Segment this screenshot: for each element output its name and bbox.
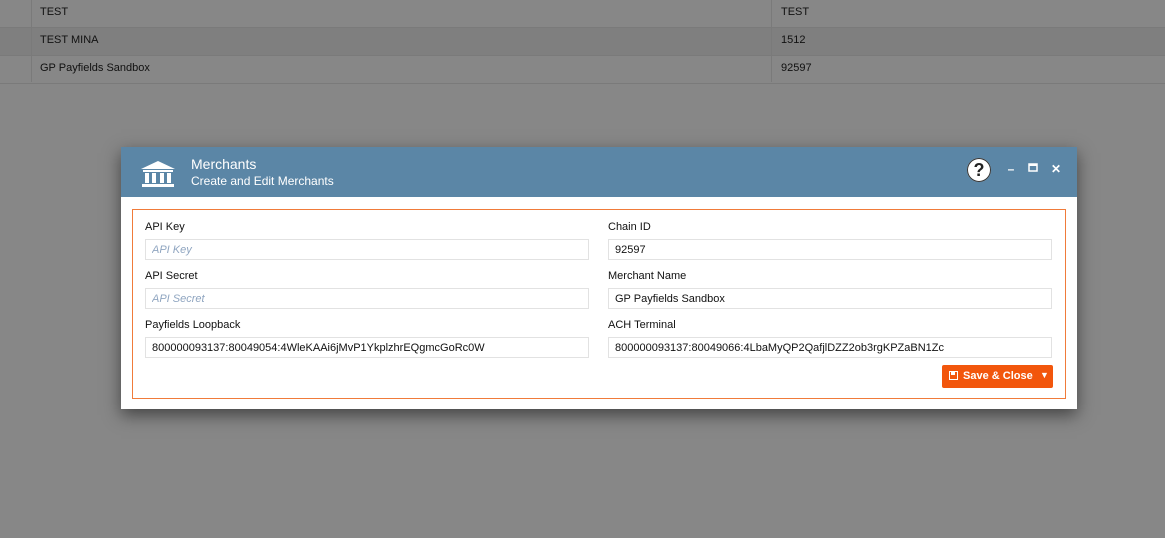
bank-icon — [141, 161, 175, 187]
api-key-input[interactable] — [145, 239, 589, 260]
api-secret-input[interactable] — [145, 288, 589, 309]
api-secret-label: API Secret — [145, 270, 198, 282]
maximize-icon — [1028, 163, 1038, 172]
save-close-label: Save & Close — [963, 370, 1033, 382]
merchant-name-input[interactable] — [608, 288, 1052, 309]
dialog-subtitle: Create and Edit Merchants — [191, 174, 334, 188]
maximize-button[interactable] — [1027, 163, 1039, 175]
close-button[interactable]: ✕ — [1050, 163, 1062, 175]
chevron-down-icon[interactable]: ▼ — [1040, 370, 1049, 380]
dialog-title: Merchants — [191, 156, 257, 172]
help-button[interactable]: ? — [967, 158, 991, 182]
floppy-disk-icon — [949, 371, 958, 380]
payfields-loopback-label: Payfields Loopback — [145, 319, 241, 331]
save-close-button[interactable]: Save & Close ▼ — [942, 365, 1053, 388]
minimize-button[interactable]: – — [1005, 163, 1017, 175]
api-key-label: API Key — [145, 221, 185, 233]
merchants-dialog: Merchants Create and Edit Merchants ? – … — [121, 147, 1077, 409]
ach-terminal-label: ACH Terminal — [608, 319, 676, 331]
payfields-loopback-input[interactable] — [145, 337, 589, 358]
merchant-form: API Key API Secret Payfields Loopback Ch… — [132, 209, 1066, 399]
ach-terminal-input[interactable] — [608, 337, 1052, 358]
chain-id-input[interactable] — [608, 239, 1052, 260]
chain-id-label: Chain ID — [608, 221, 651, 233]
dialog-header[interactable]: Merchants Create and Edit Merchants ? – … — [121, 147, 1077, 197]
merchant-name-label: Merchant Name — [608, 270, 687, 282]
